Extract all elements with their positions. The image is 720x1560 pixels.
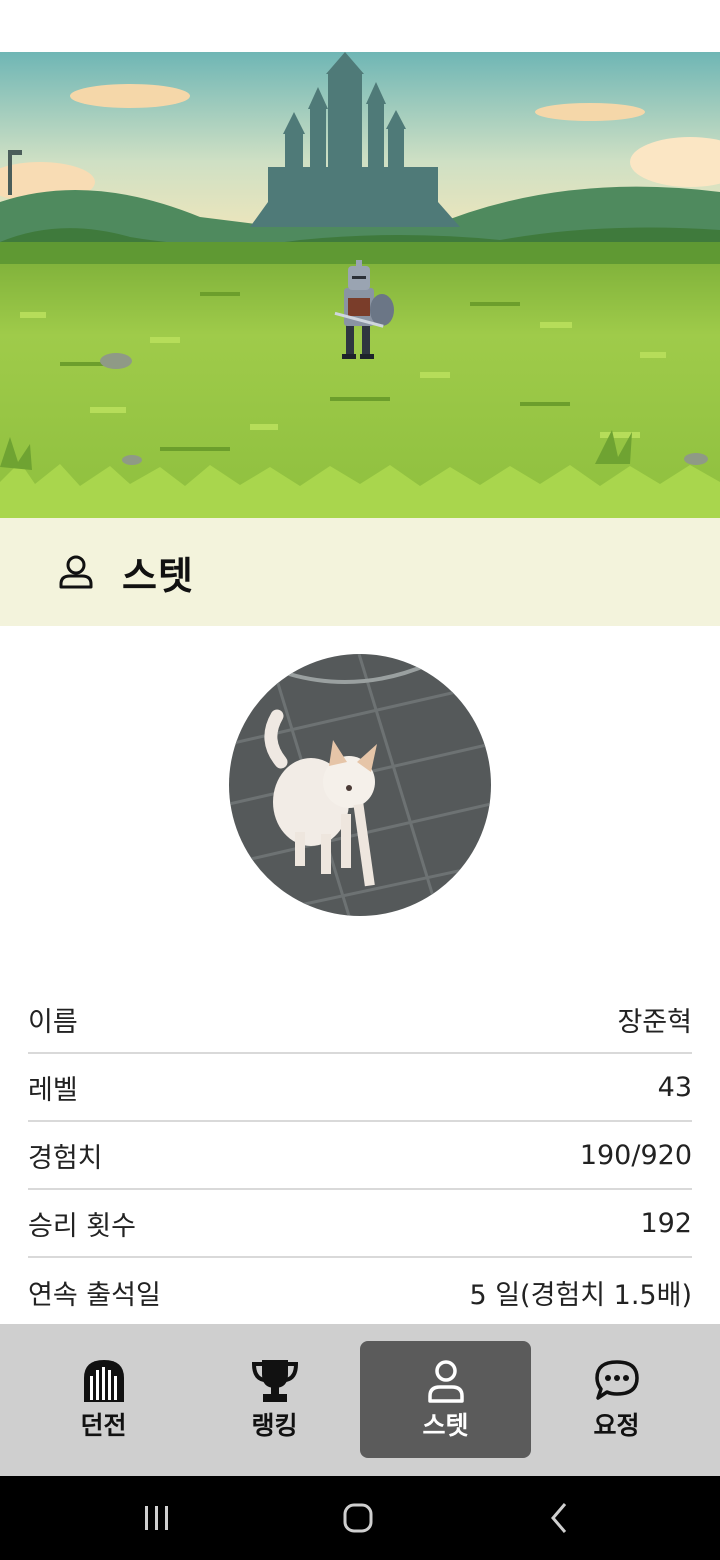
nav-label: 스텟 (422, 1410, 469, 1440)
back-icon[interactable] (540, 1498, 580, 1538)
trophy-icon (251, 1359, 298, 1402)
stat-label: 이름 (28, 1006, 78, 1038)
game-banner (0, 52, 720, 518)
stats-list: 이름 장준혁 레벨 43 경험치 190/920 승리 횟수 192 연속 출석… (28, 986, 692, 1326)
home-icon[interactable] (338, 1498, 378, 1538)
nav-label: 요정 (593, 1410, 640, 1440)
nav-dungeon[interactable]: 던전 (18, 1341, 189, 1458)
castle-meadow-scene (0, 52, 720, 518)
nav-ranking[interactable]: 랭킹 (189, 1341, 360, 1458)
recent-apps-icon[interactable] (137, 1498, 177, 1538)
stat-row-exp: 경험치 190/920 (28, 1122, 692, 1190)
nav-label: 던전 (80, 1410, 127, 1440)
user-icon (427, 1359, 464, 1403)
stat-value: 190/920 (579, 1139, 692, 1171)
system-nav-bar (0, 1476, 720, 1560)
stat-value: 43 (657, 1071, 692, 1103)
nav-stats[interactable]: 스텟 (360, 1341, 531, 1458)
user-icon (59, 555, 93, 589)
stat-row-wins: 승리 횟수 192 (28, 1190, 692, 1258)
stat-row-name: 이름 장준혁 (28, 986, 692, 1054)
profile-avatar (229, 654, 491, 916)
chat-bubble-icon (594, 1359, 639, 1400)
stat-value: 192 (640, 1207, 692, 1239)
stat-label: 연속 출석일 (28, 1279, 161, 1311)
dog-photo (229, 654, 491, 916)
gate-icon (83, 1359, 124, 1402)
stat-label: 경험치 (28, 1142, 103, 1174)
stat-row-streak: 연속 출석일 5 일(경험치 1.5배) (28, 1258, 692, 1326)
bottom-nav: 던전 랭킹 스텟 요정 (0, 1324, 720, 1476)
page-title: 스텟 (122, 553, 194, 598)
stat-value: 5 일(경험치 1.5배) (469, 1279, 692, 1311)
stat-label: 승리 횟수 (28, 1210, 136, 1242)
section-header: 스텟 (0, 518, 720, 626)
status-bar (0, 0, 720, 52)
stat-label: 레벨 (28, 1074, 78, 1106)
stat-value: 장준혁 (617, 1006, 692, 1038)
nav-fairy[interactable]: 요정 (531, 1341, 702, 1458)
stat-row-level: 레벨 43 (28, 1054, 692, 1122)
nav-label: 랭킹 (251, 1410, 298, 1440)
